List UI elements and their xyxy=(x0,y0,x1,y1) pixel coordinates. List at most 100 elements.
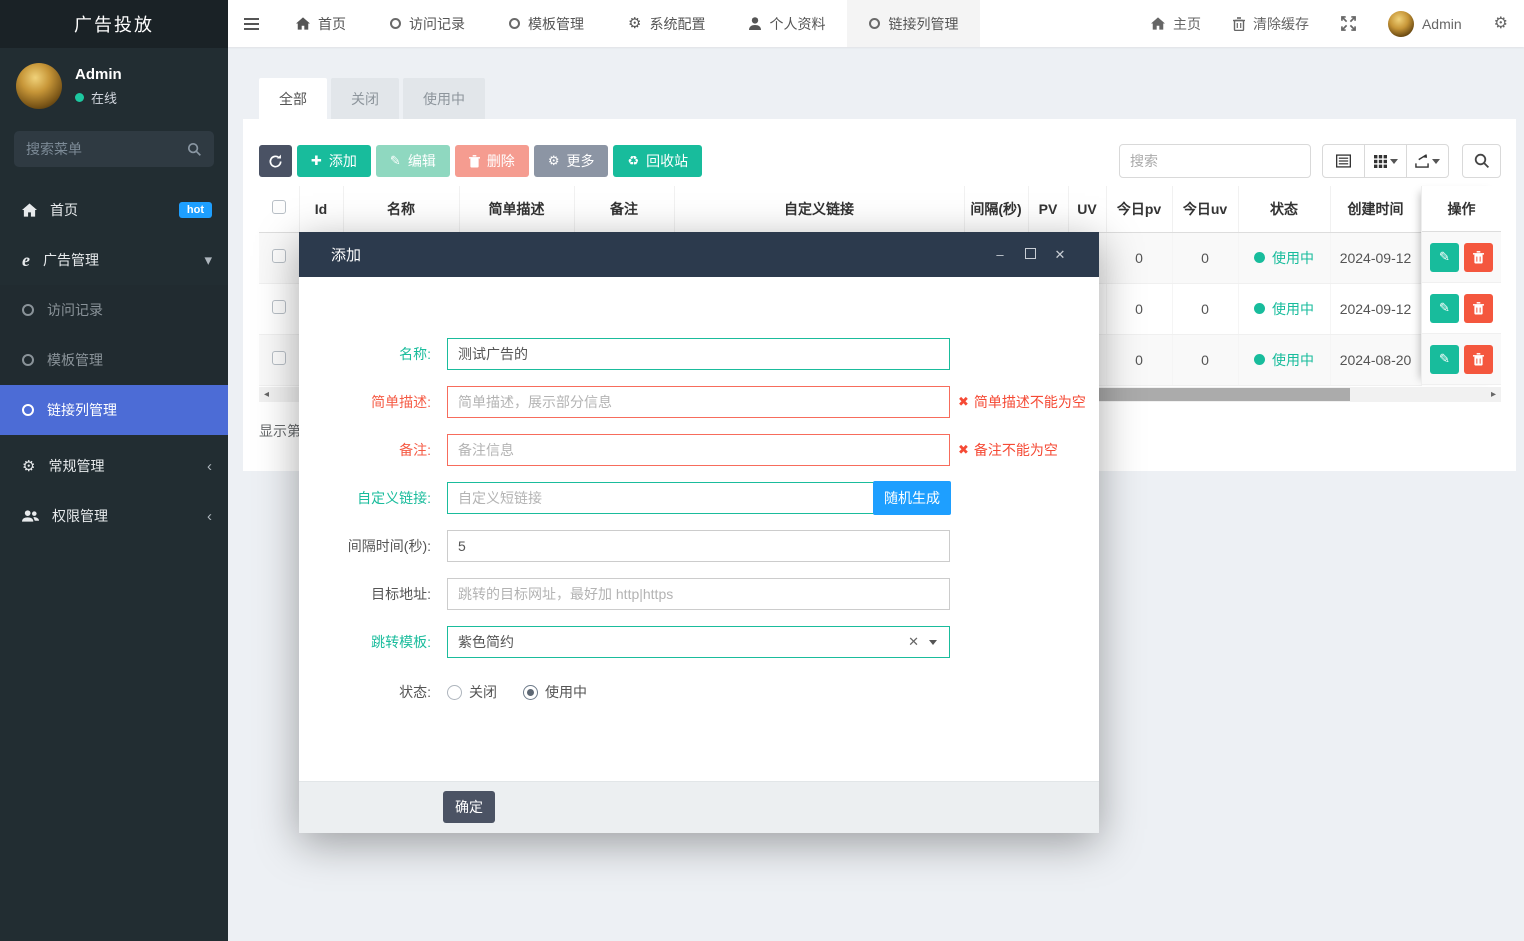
cell-created: 2024-08-20 xyxy=(1330,334,1421,385)
person-icon xyxy=(749,17,761,30)
remark-label: 备注: xyxy=(301,434,431,466)
minimize-icon[interactable]: – xyxy=(993,247,1007,262)
col-custom-link: 自定义链接 xyxy=(674,186,964,232)
row-actions: ✎ xyxy=(1422,232,1501,283)
scroll-right-icon[interactable]: ▸ xyxy=(1486,387,1501,402)
table-header-row: Id 名称 简单描述 备注 自定义链接 间隔(秒) PV UV 今日pv 今日u… xyxy=(259,186,1421,232)
status-radio-off[interactable]: 关闭 xyxy=(447,682,497,702)
row-actions: ✎ xyxy=(1422,283,1501,334)
template-label: 跳转模板: xyxy=(301,626,431,658)
refresh-button[interactable] xyxy=(259,145,292,177)
nav-clear-cache-button[interactable]: 清除缓存 xyxy=(1217,0,1325,47)
recycle-bin-button[interactable]: ♻ 回收站 xyxy=(613,145,702,177)
nav-tab-template-mgmt[interactable]: 模板管理 xyxy=(487,0,606,47)
desc-error: ✖ 简单描述不能为空 xyxy=(958,386,1086,418)
filter-tab-inuse[interactable]: 使用中 xyxy=(403,78,485,119)
status-badge: 使用中 xyxy=(1254,299,1314,319)
sidebar-item-ads[interactable]: e 广告管理 ▾ xyxy=(0,235,228,285)
maximize-icon[interactable] xyxy=(1025,248,1036,259)
name-field[interactable] xyxy=(447,338,950,370)
detail-view-icon[interactable] xyxy=(1322,144,1365,178)
row-edit-button[interactable]: ✎ xyxy=(1430,294,1459,323)
delete-button[interactable]: 删除 xyxy=(455,145,529,177)
row-checkbox[interactable] xyxy=(272,249,286,263)
pencil-icon: ✎ xyxy=(1439,249,1450,265)
template-select[interactable]: 紫色简约 ✕ xyxy=(447,626,950,658)
sidebar-item-general-mgmt[interactable]: ⚙ 常规管理 ‹ xyxy=(0,441,228,491)
hamburger-menu-icon[interactable] xyxy=(228,0,274,47)
search-icon xyxy=(187,142,202,157)
nav-tab-profile[interactable]: 个人资料 xyxy=(727,0,847,47)
dialog-footer: 确定 xyxy=(299,781,1099,833)
more-button[interactable]: ⚙ 更多 xyxy=(534,145,609,177)
sidebar-item-template-mgmt[interactable]: 模板管理 xyxy=(0,335,228,385)
fullscreen-icon[interactable] xyxy=(1325,0,1372,47)
target-field[interactable] xyxy=(447,578,950,610)
toolbar: ✚ 添加 ✎ 编辑 删除 ⚙ 更多 ♻ 回收站 xyxy=(259,145,702,177)
filter-tab-closed[interactable]: 关闭 xyxy=(331,78,399,119)
row-edit-button[interactable]: ✎ xyxy=(1430,345,1459,374)
trash-icon xyxy=(469,155,480,168)
nav-home-button[interactable]: 主页 xyxy=(1135,0,1217,47)
nav-user-menu[interactable]: Admin xyxy=(1372,0,1478,47)
row-checkbox[interactable] xyxy=(272,351,286,365)
user-panel: Admin 在线 xyxy=(0,48,228,119)
sidebar-item-perm-mgmt[interactable]: 权限管理 ‹ xyxy=(0,491,228,541)
row-edit-button[interactable]: ✎ xyxy=(1430,243,1459,272)
export-icon[interactable] xyxy=(1406,144,1449,178)
sidebar-item-link-mgmt[interactable]: 链接列管理 xyxy=(0,385,228,435)
dialog-titlebar[interactable]: 添加 – ✕ xyxy=(299,232,1099,277)
nav-tab-visit-log[interactable]: 访问记录 xyxy=(368,0,487,47)
random-generate-button[interactable]: 随机生成 xyxy=(873,481,951,515)
chevron-down-icon: ▾ xyxy=(204,251,212,269)
col-interval: 间隔(秒) xyxy=(964,186,1028,232)
sidebar: 广告投放 Admin 在线 搜索菜单 首页 hot e 广告管理 ▾ xyxy=(0,0,228,941)
col-today-uv: 今日uv xyxy=(1172,186,1238,232)
cell-created: 2024-09-12 xyxy=(1330,283,1421,334)
edit-button[interactable]: ✎ 编辑 xyxy=(376,145,450,177)
cell-today-uv: 0 xyxy=(1172,232,1238,283)
filter-tab-all[interactable]: 全部 xyxy=(259,78,327,119)
clear-selection-icon[interactable]: ✕ xyxy=(908,634,919,650)
avatar xyxy=(16,63,62,109)
col-actions: 操作 xyxy=(1422,186,1501,232)
status-badge: 使用中 xyxy=(1254,248,1314,268)
caret-down-icon xyxy=(1390,159,1398,164)
select-all-checkbox[interactable] xyxy=(272,200,286,214)
nav-tab-link-mgmt[interactable]: 链接列管理 xyxy=(847,0,980,47)
row-delete-button[interactable] xyxy=(1464,294,1493,323)
interval-field[interactable] xyxy=(447,530,950,562)
nav-tab-system-config[interactable]: ⚙ 系统配置 xyxy=(606,0,727,47)
sidebar-search-placeholder: 搜索菜单 xyxy=(26,139,82,159)
gears-icon: ⚙ xyxy=(22,459,35,474)
desc-field[interactable] xyxy=(447,386,950,418)
confirm-button[interactable]: 确定 xyxy=(443,791,495,823)
settings-gears-icon[interactable]: ⚙ xyxy=(1478,0,1524,47)
columns-toggle-icon[interactable] xyxy=(1364,144,1407,178)
sidebar-item-home[interactable]: 首页 hot xyxy=(0,185,228,235)
radio-checked-icon xyxy=(523,685,538,700)
row-delete-button[interactable] xyxy=(1464,345,1493,374)
row-delete-button[interactable] xyxy=(1464,243,1493,272)
pencil-icon: ✎ xyxy=(1439,351,1450,367)
table-search-input[interactable] xyxy=(1119,144,1311,178)
close-icon[interactable]: ✕ xyxy=(1053,247,1067,263)
online-dot-icon xyxy=(75,93,84,102)
custom-link-label: 自定义链接: xyxy=(301,482,431,514)
scroll-left-icon[interactable]: ◂ xyxy=(259,387,274,402)
sidebar-menu: 首页 hot e 广告管理 ▾ 访问记录 模板管理 链接列管理 ⚙ 常规管理 ‹ xyxy=(0,185,228,541)
row-checkbox[interactable] xyxy=(272,300,286,314)
error-x-icon: ✖ xyxy=(958,434,969,466)
users-icon xyxy=(22,509,39,523)
interval-label: 间隔时间(秒): xyxy=(301,530,431,562)
circle-icon xyxy=(22,404,34,416)
add-button[interactable]: ✚ 添加 xyxy=(297,145,371,177)
sidebar-item-visit-log[interactable]: 访问记录 xyxy=(0,285,228,335)
nav-tab-home[interactable]: 首页 xyxy=(274,0,368,47)
top-navbar: 首页 访问记录 模板管理 ⚙ 系统配置 个人资料 链接列管理 主页 xyxy=(228,0,1524,47)
remark-field[interactable] xyxy=(447,434,950,466)
search-submit-icon[interactable] xyxy=(1462,144,1501,178)
col-created: 创建时间 xyxy=(1330,186,1421,232)
status-radio-on[interactable]: 使用中 xyxy=(523,682,587,702)
sidebar-search-input[interactable]: 搜索菜单 xyxy=(14,131,214,167)
